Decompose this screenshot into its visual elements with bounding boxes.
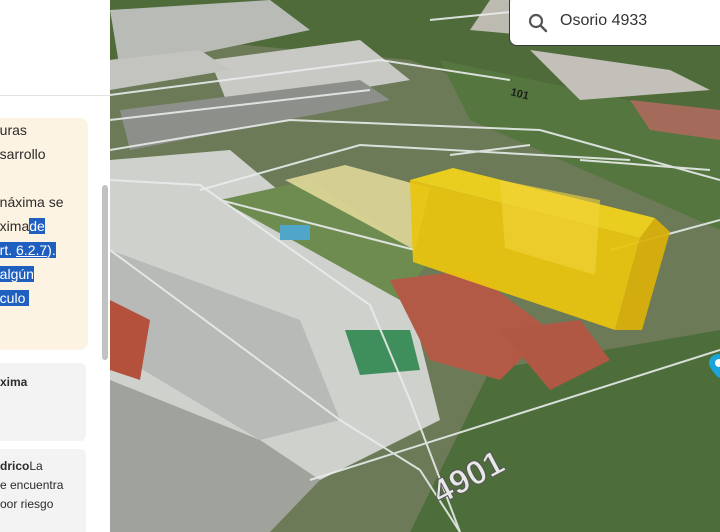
satellite-3d-map[interactable]: 101 4901 — [110, 0, 720, 532]
note-line: uras — [0, 122, 27, 138]
note-line: sarrollo — [0, 146, 46, 162]
note-line: rt. 6.2.7). — [0, 238, 56, 262]
note-line: algún — [0, 262, 34, 286]
note-line: náxima se — [0, 194, 64, 210]
note-line: culo — [0, 286, 30, 310]
info-panel: uras sarrollo náxima se ximade rt. 6.2.7… — [0, 0, 110, 532]
pool — [280, 225, 310, 240]
info-card-max-height[interactable]: xima — [0, 363, 86, 441]
map-pin-icon[interactable] — [706, 352, 720, 378]
highlighted-text: rt. 6.2.7). — [0, 242, 56, 258]
note-line: ximade — [0, 218, 45, 234]
highlighted-text: de — [29, 218, 45, 234]
panel-scrollbar[interactable] — [102, 185, 108, 360]
article-link[interactable]: 6.2.7 — [16, 242, 47, 258]
highlighted-text: culo — [0, 290, 30, 306]
search-icon — [528, 13, 548, 33]
regulation-note: uras sarrollo náxima se ximade rt. 6.2.7… — [0, 118, 88, 350]
search-input[interactable] — [560, 9, 720, 33]
highlighted-text: algún — [0, 266, 34, 282]
panel-header — [0, 0, 110, 96]
address-search-box[interactable] — [509, 0, 720, 46]
info-card-hydric-risk[interactable]: dricoLa e encuentra oor riesgo — [0, 449, 86, 532]
